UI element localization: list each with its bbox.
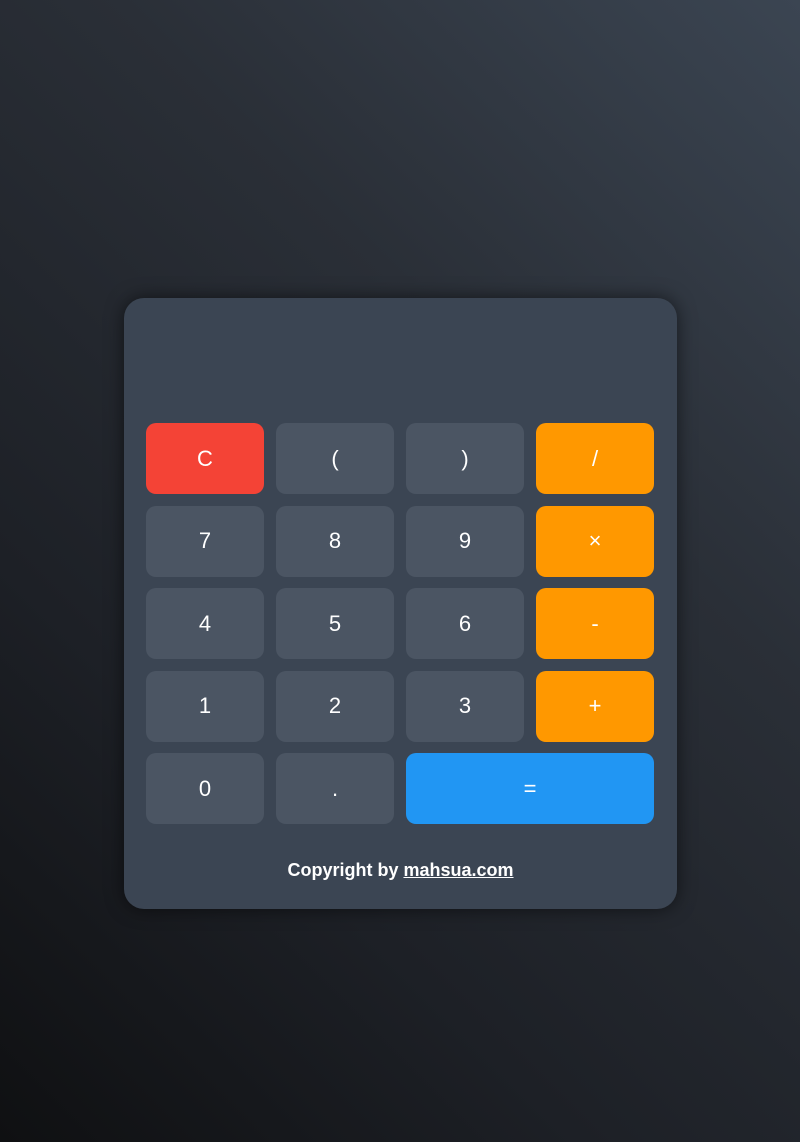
copyright-footer: Copyright by mahsua.com — [124, 860, 677, 881]
digit-0-button[interactable]: 0 — [146, 753, 264, 824]
equals-button[interactable]: = — [406, 753, 654, 824]
calculator-panel: C ( ) / 7 8 9 × 4 5 6 - 1 2 3 + 0 . = Co… — [124, 298, 677, 909]
copyright-link[interactable]: mahsua.com — [403, 860, 513, 880]
close-paren-button[interactable]: ) — [406, 423, 524, 494]
digit-4-button[interactable]: 4 — [146, 588, 264, 659]
digit-8-button[interactable]: 8 — [276, 505, 394, 577]
digit-9-button[interactable]: 9 — [406, 505, 524, 577]
copyright-prefix: Copyright by — [287, 860, 404, 880]
digit-6-button[interactable]: 6 — [406, 588, 524, 659]
keypad: C ( ) / 7 8 9 × 4 5 6 - 1 2 3 + 0 . = — [146, 423, 654, 824]
subtract-button[interactable]: - — [536, 588, 654, 659]
open-paren-button[interactable]: ( — [276, 423, 394, 494]
decimal-button[interactable]: . — [276, 753, 394, 824]
digit-3-button[interactable]: 3 — [406, 670, 524, 742]
digit-7-button[interactable]: 7 — [146, 505, 264, 577]
add-button[interactable]: + — [536, 670, 654, 742]
divide-button[interactable]: / — [536, 423, 654, 494]
multiply-button[interactable]: × — [536, 505, 654, 577]
digit-2-button[interactable]: 2 — [276, 670, 394, 742]
clear-button[interactable]: C — [146, 423, 264, 494]
digit-1-button[interactable]: 1 — [146, 670, 264, 742]
calculator-display — [146, 318, 654, 408]
digit-5-button[interactable]: 5 — [276, 588, 394, 659]
